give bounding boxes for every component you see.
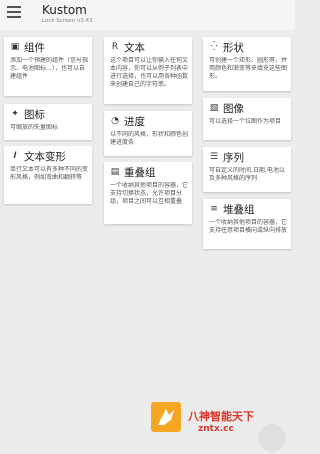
- card-icon[interactable]: ✦ 图标 可缩放的矢量图标: [4, 104, 92, 140]
- text-icon: R: [111, 42, 119, 52]
- card-overlap[interactable]: ▤ 重叠组 一个收纳其他项目的容器，它支持切换状态，允许项目分组，项目之间可以互相…: [104, 162, 192, 224]
- card-image[interactable]: ▧ 图像 可以选择一个位图作为项目: [203, 98, 291, 140]
- card-fonticon[interactable]: 𝑰 文本变形 单行文本可以有多种不同的变形风格，例如弯曲和翻转等: [4, 146, 92, 204]
- card-stack[interactable]: ≡ 堆叠组 一个收纳其他项目的容器，它支持任意项目横向或纵向排放: [203, 199, 291, 249]
- series-icon: ☰: [209, 152, 219, 162]
- card-text[interactable]: R 文本 这个项目可以让你输入任何文本内容，你可以从例子列表中进行选择，也可以用各…: [104, 37, 192, 104]
- image-icon: ▧: [209, 103, 219, 113]
- komponent-icon: ▣: [10, 42, 20, 52]
- fonticon-icon: 𝑰: [13, 151, 17, 161]
- card-progress[interactable]: ◔ 进度 以不同的风格，形状和颜色创建进度条: [104, 111, 192, 156]
- stack-icon: ≡: [210, 204, 218, 214]
- fab-button[interactable]: [258, 424, 286, 452]
- app-title: Kustom: [42, 3, 87, 17]
- brand-logo-icon: [151, 402, 181, 432]
- top-bar: Kustom Lock Screen v3.43: [0, 0, 295, 30]
- overlap-icon: ▤: [110, 167, 120, 177]
- menu-icon[interactable]: [7, 6, 21, 18]
- card-series[interactable]: ☰ 序列 可自定义的时间,日期,电池以及多种风格的序列: [203, 147, 291, 192]
- card-komponent[interactable]: ▣ 组件 添加一个预建的组件（信号指示、电池图标…），也可以自建组件: [4, 37, 92, 96]
- card-shape[interactable]: ⁛ 形状 可创建一个矩形、圆形等，并用颜色和渐变等来填充这些图形。: [203, 37, 291, 91]
- shape-icon: ⁛: [210, 42, 218, 52]
- brand-text: 八神智能天下: [188, 410, 254, 423]
- app-subtitle: Lock Screen v3.43: [42, 18, 93, 24]
- brand-url: zntx.cc: [198, 424, 234, 434]
- puzzle-icon: ✦: [11, 109, 19, 119]
- progress-icon: ◔: [111, 116, 119, 126]
